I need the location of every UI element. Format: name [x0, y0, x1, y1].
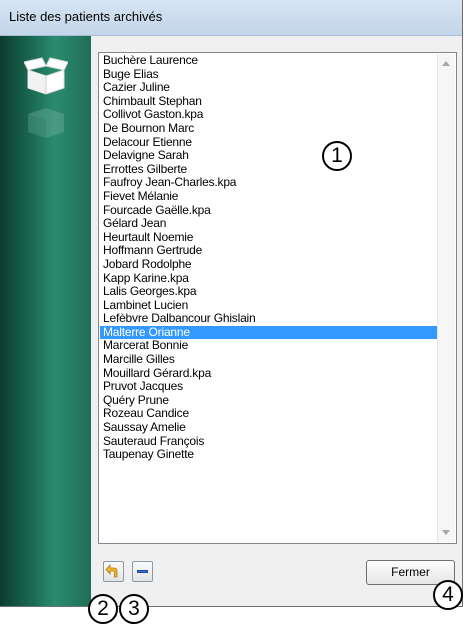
faded-box-icon	[25, 104, 67, 143]
list-item[interactable]: Kapp Karine.kpa	[100, 271, 438, 286]
patient-list[interactable]: Buchère Laurence Buge Elias Cazier Juline C…	[100, 54, 438, 542]
list-item[interactable]: Fievet Mélanie	[100, 189, 438, 204]
list-item[interactable]: Gélard Jean	[100, 217, 438, 231]
title-bar: Liste des patients archivés	[0, 0, 462, 36]
vertical-scrollbar[interactable]	[437, 54, 455, 542]
archived-patients-dialog: Liste des patients archivés Buchère Laur…	[0, 0, 463, 607]
scroll-up-arrow-icon[interactable]	[442, 61, 450, 66]
callout-3: 3	[119, 594, 149, 624]
list-item[interactable]: Mouillard Gérard.kpa	[100, 366, 438, 381]
list-item[interactable]: Delacour Etienne	[100, 135, 438, 150]
restore-patient-button[interactable]	[103, 561, 124, 582]
list-item[interactable]: Sauteraud François	[100, 434, 438, 449]
list-item[interactable]: Faufroy Jean-Charles.kpa	[100, 176, 438, 190]
minus-icon	[137, 570, 148, 573]
list-item[interactable]: Buchère Laurence	[100, 54, 438, 68]
list-item[interactable]: Hoffmann Gertrude	[100, 244, 438, 258]
list-item[interactable]: Buge Elias	[100, 67, 438, 82]
list-item[interactable]: Lalis Georges.kpa	[100, 284, 438, 299]
list-item[interactable]: Taupenay Ginette	[100, 448, 438, 462]
list-item[interactable]: Cazier Juline	[100, 81, 438, 95]
callout-2: 2	[88, 594, 118, 624]
list-item[interactable]: Chimbault Stephan	[100, 94, 438, 109]
sidebar-panel	[0, 36, 91, 606]
list-item[interactable]: De Bournon Marc	[100, 121, 438, 136]
list-item[interactable]: Heurtault Noemie	[100, 230, 438, 245]
scroll-down-arrow-icon[interactable]	[442, 530, 450, 535]
list-item[interactable]: Collivot Gaston.kpa	[100, 108, 438, 122]
list-item[interactable]: Rozeau Candice	[100, 407, 438, 421]
list-item[interactable]: Errottes Gilberte	[100, 162, 438, 177]
list-item[interactable]: Delavigne Sarah	[100, 149, 438, 163]
list-item[interactable]: Marcille Gilles	[100, 352, 438, 367]
remove-patient-button[interactable]	[132, 561, 153, 582]
window-title: Liste des patients archivés	[9, 9, 163, 24]
list-item[interactable]: Jobard Rodolphe	[100, 257, 438, 272]
list-item[interactable]: Saussay Amelie	[100, 420, 438, 435]
list-item[interactable]: Pruvot Jacques	[100, 380, 438, 394]
list-item[interactable]: Lambinet Lucien	[100, 298, 438, 313]
list-item[interactable]: Fourcade Gaëlle.kpa	[100, 203, 438, 218]
callout-1: 1	[322, 141, 352, 171]
list-item[interactable]: Quéry Prune	[100, 393, 438, 408]
open-box-icon	[23, 56, 69, 99]
patient-listbox[interactable]: Buchère Laurence Buge Elias Cazier Juline C…	[98, 52, 457, 544]
list-item[interactable]: Marcerat Bonnie	[100, 339, 438, 353]
list-item[interactable]: Malterre Orianne	[100, 325, 438, 340]
list-item[interactable]: Lefèbvre Dalbancour Ghislain	[100, 312, 438, 326]
callout-4: 4	[433, 580, 463, 610]
